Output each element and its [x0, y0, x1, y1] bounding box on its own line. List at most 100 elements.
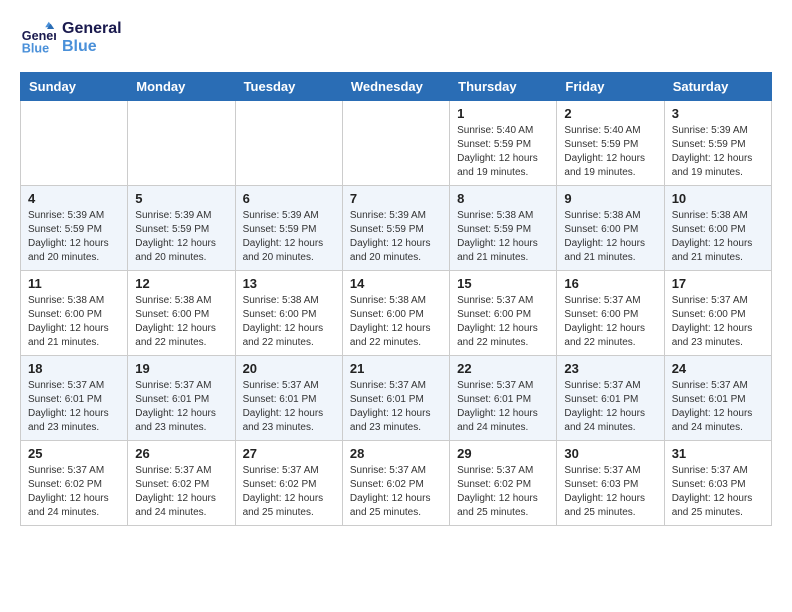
day-info: Sunrise: 5:37 AM Sunset: 6:03 PM Dayligh… [672, 464, 764, 520]
day-info: Sunrise: 5:40 AM Sunset: 5:59 PM Dayligh… [457, 124, 549, 180]
day-info: Sunrise: 5:39 AM Sunset: 5:59 PM Dayligh… [672, 124, 764, 180]
day-info: Sunrise: 5:38 AM Sunset: 6:00 PM Dayligh… [243, 294, 335, 350]
calendar-cell: 12Sunrise: 5:38 AM Sunset: 6:00 PM Dayli… [128, 271, 235, 356]
day-info: Sunrise: 5:38 AM Sunset: 6:00 PM Dayligh… [350, 294, 442, 350]
day-number: 26 [135, 446, 227, 461]
calendar-cell: 5 Sunrise: 5:39 AM Sunset: 5:59 PM Daylig… [128, 186, 235, 271]
calendar-cell: 25Sunrise: 5:37 AM Sunset: 6:02 PM Dayli… [21, 441, 128, 526]
day-info: Sunrise: 5:37 AM Sunset: 6:01 PM Dayligh… [564, 379, 656, 435]
day-number: 10 [672, 191, 764, 206]
day-info: Sunrise: 5:37 AM Sunset: 6:00 PM Dayligh… [672, 294, 764, 350]
weekday-header-tuesday: Tuesday [235, 73, 342, 101]
day-info: Sunrise: 5:37 AM Sunset: 6:01 PM Dayligh… [350, 379, 442, 435]
day-info: Sunrise: 5:39 AM Sunset: 5:59 PM Dayligh… [135, 209, 227, 265]
day-number: 16 [564, 276, 656, 291]
svg-text:Blue: Blue [22, 41, 49, 55]
logo: General Blue GeneralBlue [20, 20, 122, 56]
day-info: Sunrise: 5:39 AM Sunset: 5:59 PM Dayligh… [350, 209, 442, 265]
calendar-cell: 29Sunrise: 5:37 AM Sunset: 6:02 PM Dayli… [450, 441, 557, 526]
day-number: 29 [457, 446, 549, 461]
day-info: Sunrise: 5:38 AM Sunset: 5:59 PM Dayligh… [457, 209, 549, 265]
day-info: Sunrise: 5:37 AM Sunset: 6:02 PM Dayligh… [135, 464, 227, 520]
day-info: Sunrise: 5:38 AM Sunset: 6:00 PM Dayligh… [672, 209, 764, 265]
week-row-1: 1 Sunrise: 5:40 AM Sunset: 5:59 PM Daylig… [21, 101, 772, 186]
calendar-cell: 9Sunrise: 5:38 AM Sunset: 6:00 PM Daylig… [557, 186, 664, 271]
day-info: Sunrise: 5:37 AM Sunset: 6:01 PM Dayligh… [28, 379, 120, 435]
weekday-header-row: SundayMondayTuesdayWednesdayThursdayFrid… [21, 73, 772, 101]
calendar-cell: 6 Sunrise: 5:39 AM Sunset: 5:59 PM Daylig… [235, 186, 342, 271]
day-info: Sunrise: 5:37 AM Sunset: 6:03 PM Dayligh… [564, 464, 656, 520]
day-number: 2 [564, 106, 656, 121]
day-number: 28 [350, 446, 442, 461]
day-number: 9 [564, 191, 656, 206]
calendar-cell: 26 Sunrise: 5:37 AM Sunset: 6:02 PM Dayli… [128, 441, 235, 526]
weekday-header-sunday: Sunday [21, 73, 128, 101]
calendar-cell: 30 Sunrise: 5:37 AM Sunset: 6:03 PM Dayli… [557, 441, 664, 526]
day-number: 22 [457, 361, 549, 376]
calendar-cell: 20 Sunrise: 5:37 AM Sunset: 6:01 PM Dayli… [235, 356, 342, 441]
calendar-cell: 23 Sunrise: 5:37 AM Sunset: 6:01 PM Dayli… [557, 356, 664, 441]
calendar-cell: 19Sunrise: 5:37 AM Sunset: 6:01 PM Dayli… [128, 356, 235, 441]
calendar-cell: 15Sunrise: 5:37 AM Sunset: 6:00 PM Dayli… [450, 271, 557, 356]
calendar-cell: 27 Sunrise: 5:37 AM Sunset: 6:02 PM Dayli… [235, 441, 342, 526]
day-info: Sunrise: 5:40 AM Sunset: 5:59 PM Dayligh… [564, 124, 656, 180]
day-number: 6 [243, 191, 335, 206]
day-number: 20 [243, 361, 335, 376]
day-number: 21 [350, 361, 442, 376]
day-info: Sunrise: 5:37 AM Sunset: 6:02 PM Dayligh… [243, 464, 335, 520]
calendar-cell: 4Sunrise: 5:39 AM Sunset: 5:59 PM Daylig… [21, 186, 128, 271]
day-number: 5 [135, 191, 227, 206]
calendar-cell: 3Sunrise: 5:39 AM Sunset: 5:59 PM Daylig… [664, 101, 771, 186]
day-info: Sunrise: 5:37 AM Sunset: 6:01 PM Dayligh… [243, 379, 335, 435]
calendar-cell: 17Sunrise: 5:37 AM Sunset: 6:00 PM Dayli… [664, 271, 771, 356]
calendar-cell: 10 Sunrise: 5:38 AM Sunset: 6:00 PM Dayli… [664, 186, 771, 271]
day-number: 14 [350, 276, 442, 291]
calendar-cell: 18 Sunrise: 5:37 AM Sunset: 6:01 PM Dayli… [21, 356, 128, 441]
day-number: 23 [564, 361, 656, 376]
day-number: 15 [457, 276, 549, 291]
day-info: Sunrise: 5:39 AM Sunset: 5:59 PM Dayligh… [243, 209, 335, 265]
day-number: 11 [28, 276, 120, 291]
calendar-cell: 7 Sunrise: 5:39 AM Sunset: 5:59 PM Daylig… [342, 186, 449, 271]
logo-icon: General Blue [20, 20, 56, 56]
day-info: Sunrise: 5:37 AM Sunset: 6:01 PM Dayligh… [457, 379, 549, 435]
calendar-cell: 31 Sunrise: 5:37 AM Sunset: 6:03 PM Dayli… [664, 441, 771, 526]
day-number: 7 [350, 191, 442, 206]
calendar-cell [342, 101, 449, 186]
day-info: Sunrise: 5:37 AM Sunset: 6:01 PM Dayligh… [672, 379, 764, 435]
week-row-5: 25 Sunrise: 5:37 AM Sunset: 6:02 PM Dayli… [21, 441, 772, 526]
weekday-header-friday: Friday [557, 73, 664, 101]
day-number: 18 [28, 361, 120, 376]
weekday-header-thursday: Thursday [450, 73, 557, 101]
calendar-cell: 16 Sunrise: 5:37 AM Sunset: 6:00 PM Dayli… [557, 271, 664, 356]
page-header: General Blue GeneralBlue [20, 20, 772, 56]
day-info: Sunrise: 5:38 AM Sunset: 6:00 PM Dayligh… [135, 294, 227, 350]
calendar-cell [235, 101, 342, 186]
weekday-header-monday: Monday [128, 73, 235, 101]
day-number: 27 [243, 446, 335, 461]
calendar-table: SundayMondayTuesdayWednesdayThursdayFrid… [20, 72, 772, 526]
day-number: 24 [672, 361, 764, 376]
week-row-2: 4 Sunrise: 5:39 AM Sunset: 5:59 PM Daylig… [21, 186, 772, 271]
calendar-cell [128, 101, 235, 186]
day-info: Sunrise: 5:37 AM Sunset: 6:00 PM Dayligh… [564, 294, 656, 350]
calendar-cell: 21 Sunrise: 5:37 AM Sunset: 6:01 PM Dayli… [342, 356, 449, 441]
week-row-4: 18 Sunrise: 5:37 AM Sunset: 6:01 PM Dayli… [21, 356, 772, 441]
weekday-header-wednesday: Wednesday [342, 73, 449, 101]
day-number: 19 [135, 361, 227, 376]
calendar-cell: 11 Sunrise: 5:38 AM Sunset: 6:00 PM Dayli… [21, 271, 128, 356]
calendar-cell: 14 Sunrise: 5:38 AM Sunset: 6:00 PM Dayli… [342, 271, 449, 356]
day-info: Sunrise: 5:38 AM Sunset: 6:00 PM Dayligh… [28, 294, 120, 350]
calendar-cell: 8Sunrise: 5:38 AM Sunset: 5:59 PM Daylig… [450, 186, 557, 271]
day-number: 4 [28, 191, 120, 206]
day-number: 30 [564, 446, 656, 461]
calendar-cell: 2 Sunrise: 5:40 AM Sunset: 5:59 PM Daylig… [557, 101, 664, 186]
day-number: 31 [672, 446, 764, 461]
day-number: 13 [243, 276, 335, 291]
calendar-cell: 1 Sunrise: 5:40 AM Sunset: 5:59 PM Daylig… [450, 101, 557, 186]
week-row-3: 11 Sunrise: 5:38 AM Sunset: 6:00 PM Dayli… [21, 271, 772, 356]
day-number: 25 [28, 446, 120, 461]
logo-name: GeneralBlue [62, 20, 122, 56]
day-number: 1 [457, 106, 549, 121]
weekday-header-saturday: Saturday [664, 73, 771, 101]
